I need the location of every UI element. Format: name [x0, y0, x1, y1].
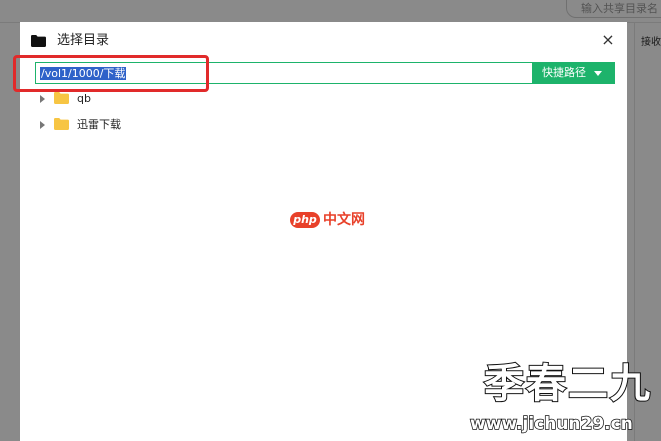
caret-down-icon — [594, 71, 602, 76]
php-logo: php — [290, 212, 320, 228]
tree-item[interactable]: 迅雷下载 — [40, 117, 160, 133]
caret-right-icon[interactable] — [40, 121, 45, 129]
site-watermark-title: 季春二九 — [483, 361, 652, 407]
close-icon[interactable]: × — [600, 32, 616, 48]
site-watermark: 季春二九 www.jichun29.cn — [468, 361, 661, 441]
caret-right-icon[interactable] — [40, 95, 45, 103]
quick-path-button[interactable]: 快捷路径 — [532, 63, 614, 83]
site-watermark-url: www.jichun29.cn — [469, 413, 633, 435]
quick-path-label: 快捷路径 — [542, 66, 586, 79]
folder-icon — [54, 118, 69, 130]
tree-item-label: qb — [77, 92, 91, 105]
folder-icon — [31, 35, 46, 47]
dialog-title: 选择目录 — [57, 33, 110, 48]
highlight-annotation — [13, 55, 209, 92]
php-watermark-text: 中文网 — [323, 212, 365, 228]
tree-item[interactable]: qb — [40, 91, 160, 107]
folder-icon — [54, 92, 69, 104]
tree-item-label: 迅雷下载 — [77, 118, 121, 131]
